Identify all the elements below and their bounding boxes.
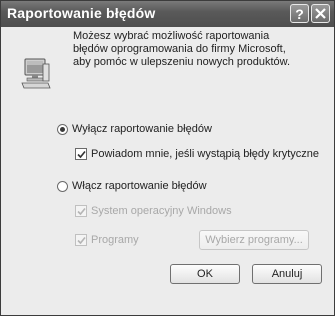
error-reporting-dialog: Raportowanie błędów ? Możesz wybrać możl… — [0, 0, 335, 316]
disable-reporting-label: Wyłącz raportowanie błędów — [72, 123, 212, 135]
enable-reporting-label: Włącz raportowanie błędów — [72, 180, 207, 192]
notify-critical-checkbox[interactable] — [75, 148, 87, 160]
notify-critical-label: Powiadom mnie, jeśli wystąpią błędy kryt… — [91, 148, 320, 160]
help-icon: ? — [295, 6, 304, 22]
intro-line: błędów oprogramowania do firmy Microsoft… — [73, 43, 286, 55]
computer-icon — [21, 57, 51, 89]
window-title: Raportowanie błędów — [7, 5, 156, 21]
windows-os-checkbox — [75, 205, 87, 217]
choose-programs-button: Wybierz programy... — [199, 230, 309, 250]
programs-label: Programy — [91, 234, 139, 246]
disable-reporting-radio[interactable] — [57, 124, 68, 135]
programs-checkbox — [75, 234, 87, 246]
intro-text: Możesz wybrać możliwość raportowania błę… — [73, 30, 323, 69]
checkmark-icon — [77, 207, 86, 216]
close-icon — [312, 5, 329, 22]
checkmark-icon — [77, 150, 86, 159]
intro-line: Możesz wybrać możliwość raportowania — [73, 30, 270, 42]
windows-os-label: System operacyjny Windows — [91, 205, 232, 217]
checkmark-icon — [77, 236, 86, 245]
intro-line: aby pomóc w ulepszeniu nowych produktów. — [73, 56, 291, 68]
title-bar[interactable]: Raportowanie błędów ? — [1, 1, 334, 27]
ok-button[interactable]: OK — [170, 264, 240, 284]
close-button[interactable] — [311, 4, 330, 23]
help-button[interactable]: ? — [290, 4, 309, 23]
cancel-button[interactable]: Anuluj — [252, 264, 322, 284]
enable-reporting-radio[interactable] — [57, 181, 68, 192]
dialog-content: Możesz wybrać możliwość raportowania błę… — [1, 27, 334, 315]
